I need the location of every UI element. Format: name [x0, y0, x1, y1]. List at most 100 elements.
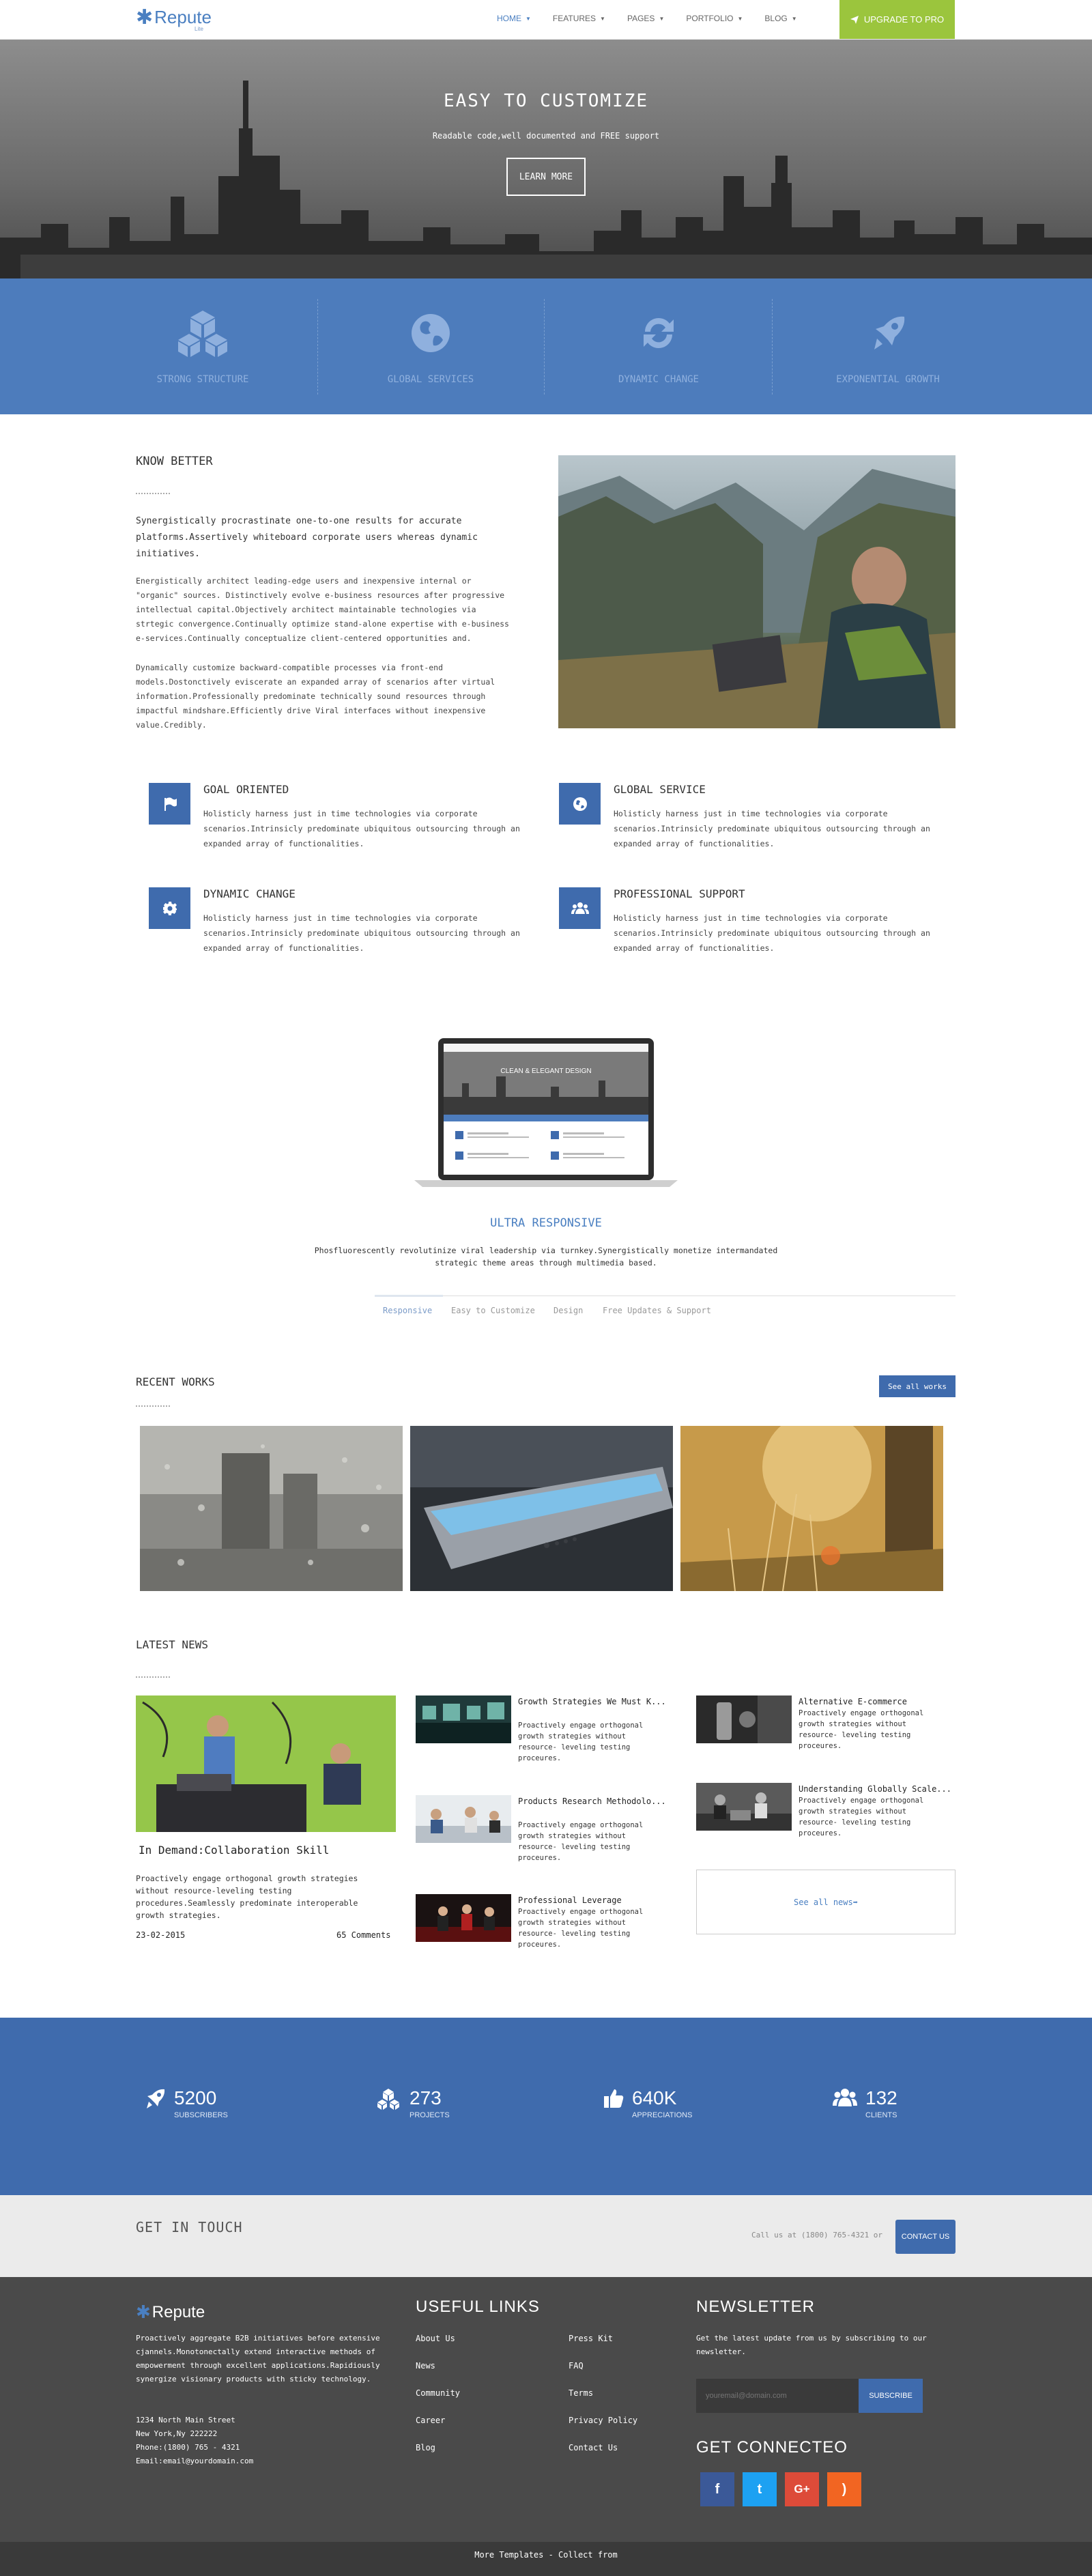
menu-item-blog[interactable]: BLOG ▼	[764, 14, 796, 23]
know-better-paragraph: Dynamically customize backward-compatibl…	[136, 663, 495, 730]
address-line: New York,Ny 222222	[136, 2429, 218, 2438]
caret-down-icon: ▼	[659, 15, 665, 22]
tab-design[interactable]: Design	[554, 1306, 583, 1315]
work-item-rain-window[interactable]	[140, 1426, 403, 1591]
tab-free-updates[interactable]: Free Updates & Support	[603, 1306, 711, 1315]
google-plus-glyph: G+	[794, 2482, 810, 2495]
brand-logo[interactable]: ✱ Repute Lite	[136, 5, 212, 32]
top-navbar: ✱ Repute Lite HOME ▼ FEATURES ▼ PAGES ▼ POR…	[0, 0, 1092, 40]
see-all-works-button[interactable]: See all works	[879, 1375, 956, 1397]
email-line[interactable]: Email:email@yourdomain.com	[136, 2455, 253, 2468]
work-item-phone[interactable]	[410, 1426, 673, 1591]
contact-us-button[interactable]: CONTACT US	[895, 2220, 956, 2254]
feature-dynamic-change: DYNAMIC CHANGE Holisticly harness just i…	[149, 887, 531, 983]
menu-label: HOME	[497, 14, 521, 23]
feature-title: PROFESSIONAL SUPPORT	[614, 887, 745, 900]
band-item-structure[interactable]: STRONG STRUCTURE	[100, 306, 305, 385]
news-item-title[interactable]: Growth Strategies We Must K...	[518, 1695, 675, 1708]
band-label: EXPONENTIAL GROWTH	[836, 374, 940, 385]
news-thumbnail	[416, 1695, 511, 1743]
stat-value: 640K	[632, 2087, 677, 2108]
work-item-grass-sunset[interactable]	[680, 1426, 943, 1591]
band-item-growth[interactable]: EXPONENTIAL GROWTH	[786, 306, 990, 385]
feature-professional-support: PROFESSIONAL SUPPORT Holisticly harness …	[559, 887, 941, 983]
footer-brand-name: Repute	[152, 2303, 205, 2321]
news-main-title[interactable]: In Demand:Collaboration Skill	[139, 1844, 329, 1857]
menu-item-portfolio[interactable]: PORTFOLIO ▼	[686, 14, 743, 23]
news-item[interactable]: Understanding Globally Scale... Proactiv…	[696, 1783, 956, 1858]
newsletter-title: NEWSLETTER	[696, 2298, 816, 2316]
upgrade-to-pro-button[interactable]: UPGRADE TO PRO	[839, 0, 955, 39]
menu-label: BLOG	[764, 14, 788, 23]
footer-link-faq[interactable]: FAQ	[569, 2361, 584, 2371]
divider	[772, 299, 773, 395]
cubes-icon	[100, 306, 305, 360]
tab-responsive[interactable]: Responsive	[383, 1306, 432, 1315]
feature-global-service: GLOBAL SERVICE Holisticly harness just i…	[559, 783, 941, 878]
band-label: DYNAMIC CHANGE	[618, 374, 699, 385]
footer-link-privacy-policy[interactable]: Privacy Policy	[569, 2416, 637, 2425]
phone-line: Phone:(1800) 765 - 4321	[136, 2443, 240, 2452]
news-thumbnail	[416, 1795, 511, 1843]
news-item-excerpt: Proactively engage orthogonal growth str…	[799, 1797, 924, 1837]
know-better-paragraph: Energistically architect leading-edge us…	[136, 576, 509, 643]
screen-banner-text: CLEAN & ELEGANT DESIGN	[500, 1068, 591, 1075]
menu-item-pages[interactable]: PAGES ▼	[627, 14, 664, 23]
newsletter-email-input[interactable]	[696, 2379, 859, 2413]
title-divider	[136, 1405, 170, 1408]
footer-logo[interactable]: ✱ Repute	[136, 2302, 205, 2323]
twitter-glyph: t	[757, 2481, 762, 2497]
news-comments-count[interactable]: 65 Comments	[336, 1930, 390, 1940]
news-item[interactable]: Growth Strategies We Must K... Proactive…	[416, 1695, 675, 1771]
footer-link-press-kit[interactable]: Press Kit	[569, 2334, 613, 2343]
learn-more-button[interactable]: LEARN MORE	[506, 158, 586, 196]
newsletter-text: Get the latest update from us by subscri…	[696, 2334, 927, 2356]
footer-link-contact-us[interactable]: Contact Us	[569, 2443, 618, 2452]
asterisk-icon: ✱	[136, 5, 154, 29]
stat-label: SUBSCRIBERS	[174, 2111, 228, 2119]
title-divider	[136, 493, 170, 496]
feature-band: STRONG STRUCTURE GLOBAL SERVICES DYNAMIC…	[0, 278, 1092, 414]
band-item-dynamic[interactable]: DYNAMIC CHANGE	[556, 306, 761, 385]
feature-text: Holisticly harness just in time technolo…	[614, 809, 930, 848]
subscribe-button[interactable]: SUBSCRIBE	[859, 2379, 923, 2413]
upgrade-label: UPGRADE TO PRO	[863, 14, 945, 25]
footer-link-terms[interactable]: Terms	[569, 2388, 593, 2398]
news-item-excerpt: Proactively engage orthogonal growth str…	[518, 1908, 644, 1949]
divider	[317, 299, 318, 395]
footer-link-community[interactable]: Community	[416, 2388, 460, 2398]
caret-down-icon: ▼	[526, 15, 531, 22]
footer-link-career[interactable]: Career	[416, 2416, 445, 2425]
feature-text: Holisticly harness just in time technolo…	[614, 913, 930, 953]
news-item-excerpt: Proactively engage orthogonal growth str…	[799, 1709, 924, 1750]
news-item[interactable]: Alternative E-commerce Proactively engag…	[696, 1695, 956, 1771]
cubes-icon	[375, 2088, 401, 2113]
stat-value: 132	[865, 2087, 897, 2108]
footer-link-blog[interactable]: Blog	[416, 2443, 435, 2452]
news-item-title[interactable]: Products Research Methodolo...	[518, 1795, 675, 1807]
brand-name: Repute	[154, 7, 212, 27]
twitter-icon[interactable]: t	[743, 2472, 777, 2506]
footer-link-news[interactable]: News	[416, 2361, 435, 2371]
useful-links-title: USEFUL LINKS	[416, 2298, 540, 2316]
news-main-image[interactable]	[136, 1695, 396, 1832]
rss-icon[interactable]: )	[827, 2472, 861, 2506]
band-item-global[interactable]: GLOBAL SERVICES	[328, 306, 533, 385]
menu-item-features[interactable]: FEATURES ▼	[553, 14, 605, 23]
news-item[interactable]: Products Research Methodolo... Proactive…	[416, 1795, 675, 1870]
tab-easy-to-customize[interactable]: Easy to Customize	[451, 1306, 535, 1315]
news-item-title[interactable]: Understanding Globally Scale...	[799, 1783, 956, 1795]
see-all-news-link[interactable]: See all news➡	[696, 1870, 956, 1934]
news-item-title[interactable]: Professional Leverage	[518, 1894, 675, 1906]
stat-label: CLIENTS	[865, 2111, 897, 2119]
news-item-title[interactable]: Alternative E-commerce	[799, 1695, 956, 1708]
facebook-icon[interactable]: f	[700, 2472, 734, 2506]
feature-tabs: Responsive Easy to Customize Design Free…	[375, 1295, 956, 1323]
footer-link-about-us[interactable]: About Us	[416, 2334, 455, 2343]
menu-item-home[interactable]: HOME ▼	[497, 14, 531, 23]
bottom-bar: More Templates - Collect from	[0, 2542, 1092, 2576]
google-plus-icon[interactable]: G+	[785, 2472, 819, 2506]
get-in-touch-bar: GET IN TOUCH Call us at (1800) 765-4321 …	[0, 2195, 1092, 2277]
users-icon	[833, 2088, 857, 2110]
news-item[interactable]: Professional Leverage Proactively engage…	[416, 1894, 675, 1969]
